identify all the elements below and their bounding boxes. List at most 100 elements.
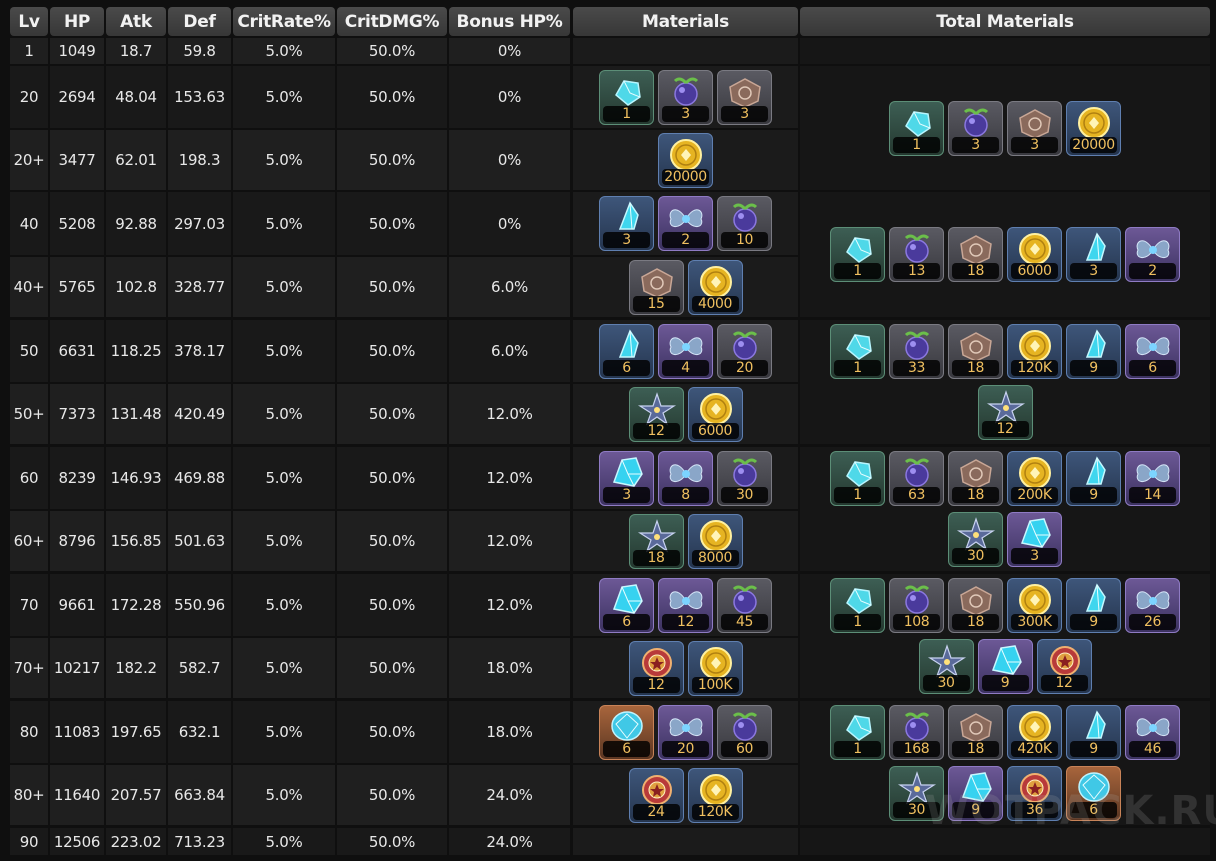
cell-def: 420.49 [168, 384, 231, 444]
materials-cell: 18 8000 [573, 511, 798, 571]
medal-icon [641, 647, 672, 678]
material-count: 18 [952, 741, 999, 757]
material-tile: 300K [1007, 578, 1062, 633]
cell-level: 20 [10, 66, 48, 128]
material-tile: 30 [918, 639, 974, 694]
cell-crit-dmg: 50.0% [337, 511, 447, 571]
crystal-gem-icon [611, 710, 643, 741]
coin-icon [699, 265, 732, 298]
crystal-shard-icon [618, 201, 639, 230]
material-tile: 1 [830, 578, 885, 633]
cell-level: 60 [10, 447, 48, 509]
cell-bonus-hp: 18.0% [449, 638, 570, 698]
cell-bonus-hp: 6.0% [449, 320, 570, 382]
flower-icon [669, 463, 703, 482]
material-tile: 1 [830, 227, 885, 282]
coin-icon [699, 773, 732, 806]
material-tile: 46 [1125, 705, 1180, 760]
crystal-sliver-icon [905, 110, 931, 137]
material-count: 18 [952, 614, 999, 630]
material-tile: 1 [889, 100, 944, 156]
cell-hp: 6631 [50, 320, 104, 382]
coin-icon [670, 138, 702, 171]
material-count: 15 [632, 295, 680, 312]
cell-crit-rate: 5.0% [233, 574, 335, 636]
crystal-shard-icon [1085, 456, 1106, 485]
cell-crit-dmg: 50.0% [337, 384, 447, 444]
material-count: 2 [1129, 263, 1176, 279]
material-count: 200K [1011, 487, 1058, 503]
cell-crit-rate: 5.0% [233, 828, 335, 855]
cell-crit-dmg: 50.0% [337, 192, 447, 255]
crystal-sliver-icon [615, 79, 641, 106]
material-count: 20000 [1070, 136, 1117, 153]
cell-crit-rate: 5.0% [233, 638, 335, 698]
material-count: 45 [721, 613, 768, 630]
material-count: 6 [603, 359, 650, 376]
cell-hp: 11640 [50, 765, 104, 825]
cell-def: 550.96 [168, 574, 231, 636]
material-count: 3 [952, 136, 999, 153]
star-core-icon [637, 518, 676, 553]
material-count: 13 [893, 263, 940, 279]
materials-cell: 15 4000 [573, 257, 798, 317]
material-count: 3 [1011, 548, 1058, 564]
ascension-table: Lv HP Atk Def CritRate% CritDMG% Bonus HP% Mate… [0, 0, 1216, 861]
crystal-chunk-icon [991, 645, 1022, 675]
cell-hp: 2694 [50, 66, 104, 128]
material-count: 1 [893, 136, 940, 153]
flower-icon [669, 336, 703, 355]
cell-crit-rate: 5.0% [233, 447, 335, 509]
coin-icon [699, 646, 732, 679]
material-count: 1 [834, 487, 881, 503]
cell-hp: 5765 [50, 257, 104, 317]
materials-cell: 12 100K [573, 638, 798, 698]
cell-crit-rate: 5.0% [233, 511, 335, 571]
material-tile: 9 [977, 639, 1033, 694]
material-tile: 6 [1125, 324, 1180, 379]
coin-icon [699, 392, 732, 425]
material-count: 60 [721, 740, 768, 757]
cell-crit-rate: 5.0% [233, 384, 335, 444]
material-tile: 10 [717, 196, 772, 251]
total-materials-cell: 1 3 3 20000 [800, 66, 1210, 190]
berry-icon [732, 331, 758, 360]
cell-hp: 8239 [50, 447, 104, 509]
cell-bonus-hp: 0% [449, 66, 570, 128]
material-count: 120K [691, 803, 739, 820]
cell-bonus-hp: 0% [449, 130, 570, 190]
material-tile: 60 [717, 704, 772, 760]
emblem-icon [960, 586, 992, 616]
materials-cell: 3 2 10 [573, 192, 798, 255]
material-count: 14 [1129, 487, 1176, 503]
cell-level: 90 [10, 828, 48, 855]
material-tile: 9 [1066, 578, 1121, 633]
material-tile: 18 [948, 451, 1003, 506]
star-core-icon [956, 517, 996, 551]
cell-crit-dmg: 50.0% [337, 257, 447, 317]
material-count: 108 [893, 614, 940, 630]
cell-level: 50 [10, 320, 48, 382]
materials-cell: 12 6000 [573, 384, 798, 444]
material-count: 1 [834, 263, 881, 279]
material-tile: 3 [1066, 227, 1121, 282]
material-tile: 63 [889, 451, 944, 506]
header-critrate: CritRate% [233, 7, 335, 36]
cell-atk: 48.04 [106, 66, 166, 128]
material-tile: 2 [658, 196, 713, 251]
total-materials-cell [800, 38, 1210, 64]
cell-crit-dmg: 50.0% [337, 320, 447, 382]
emblem-icon [960, 459, 992, 489]
material-tile: 20000 [1066, 100, 1121, 156]
material-tile: 14 [1125, 451, 1180, 506]
berry-icon [732, 458, 758, 487]
cell-level: 70+ [10, 638, 48, 698]
material-tile: 3 [1007, 100, 1062, 156]
material-count: 300K [1011, 614, 1058, 630]
cell-level: 40+ [10, 257, 48, 317]
cell-level: 80 [10, 701, 48, 763]
cell-def: 59.8 [168, 38, 231, 64]
material-tile: 3 [717, 69, 772, 125]
cell-bonus-hp: 0% [449, 192, 570, 255]
material-tile: 3 [1007, 512, 1062, 567]
